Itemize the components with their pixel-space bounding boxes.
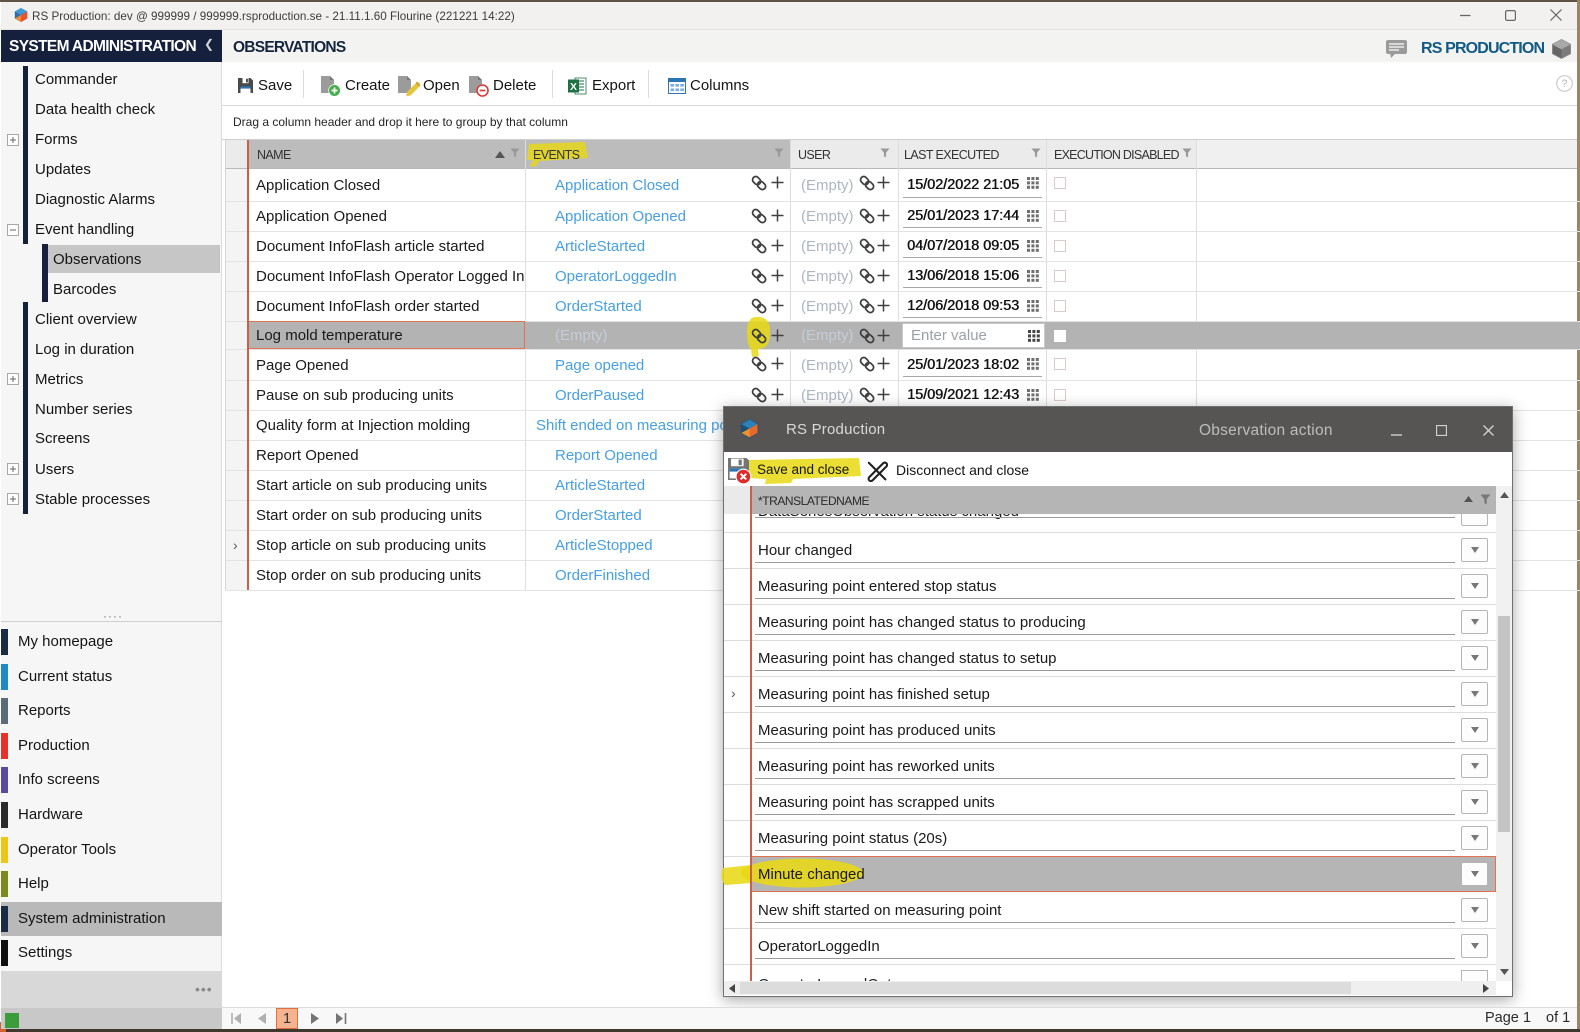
svg-text:X: X bbox=[570, 81, 577, 93]
svg-text:?: ? bbox=[1562, 78, 1568, 90]
